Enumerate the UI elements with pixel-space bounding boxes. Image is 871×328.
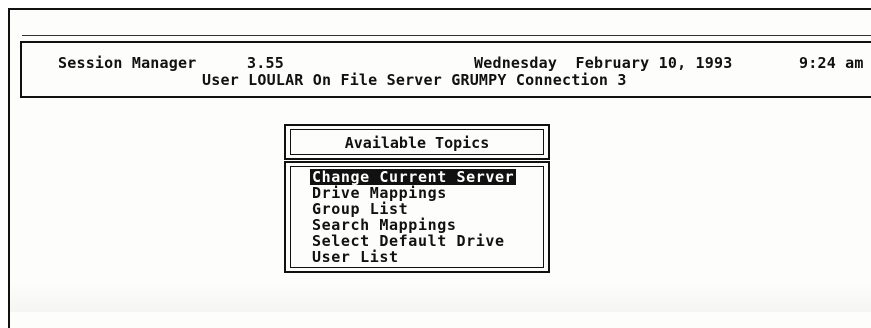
session-info: User LOULAR On File Server GRUMPY Connec… xyxy=(202,71,627,89)
topics-title: Available Topics xyxy=(344,134,490,152)
menu-item-change-current-server[interactable]: Change Current Server xyxy=(310,169,517,185)
current-time: 9:24 am xyxy=(799,54,864,72)
menu-item-drive-mappings[interactable]: Drive Mappings xyxy=(310,185,516,201)
current-date: Wednesday February 10, 1993 xyxy=(474,54,733,72)
topics-menu: Change Current Server Drive Mappings Gro… xyxy=(284,161,550,273)
menu-item-user-list[interactable]: User List xyxy=(310,249,516,265)
menu-item-select-default-drive[interactable]: Select Default Drive xyxy=(310,233,516,249)
topics-title-box: Available Topics xyxy=(284,124,550,160)
screen-glare xyxy=(10,282,871,312)
app-title: Session Manager xyxy=(58,54,197,72)
session-header: Session Manager 3.55 Wednesday February … xyxy=(20,35,871,98)
topics-list: Change Current Server Drive Mappings Gro… xyxy=(310,169,517,265)
menu-item-search-mappings[interactable]: Search Mappings xyxy=(310,217,516,233)
menu-item-group-list[interactable]: Group List xyxy=(310,201,516,217)
app-version: 3.55 xyxy=(247,54,284,72)
